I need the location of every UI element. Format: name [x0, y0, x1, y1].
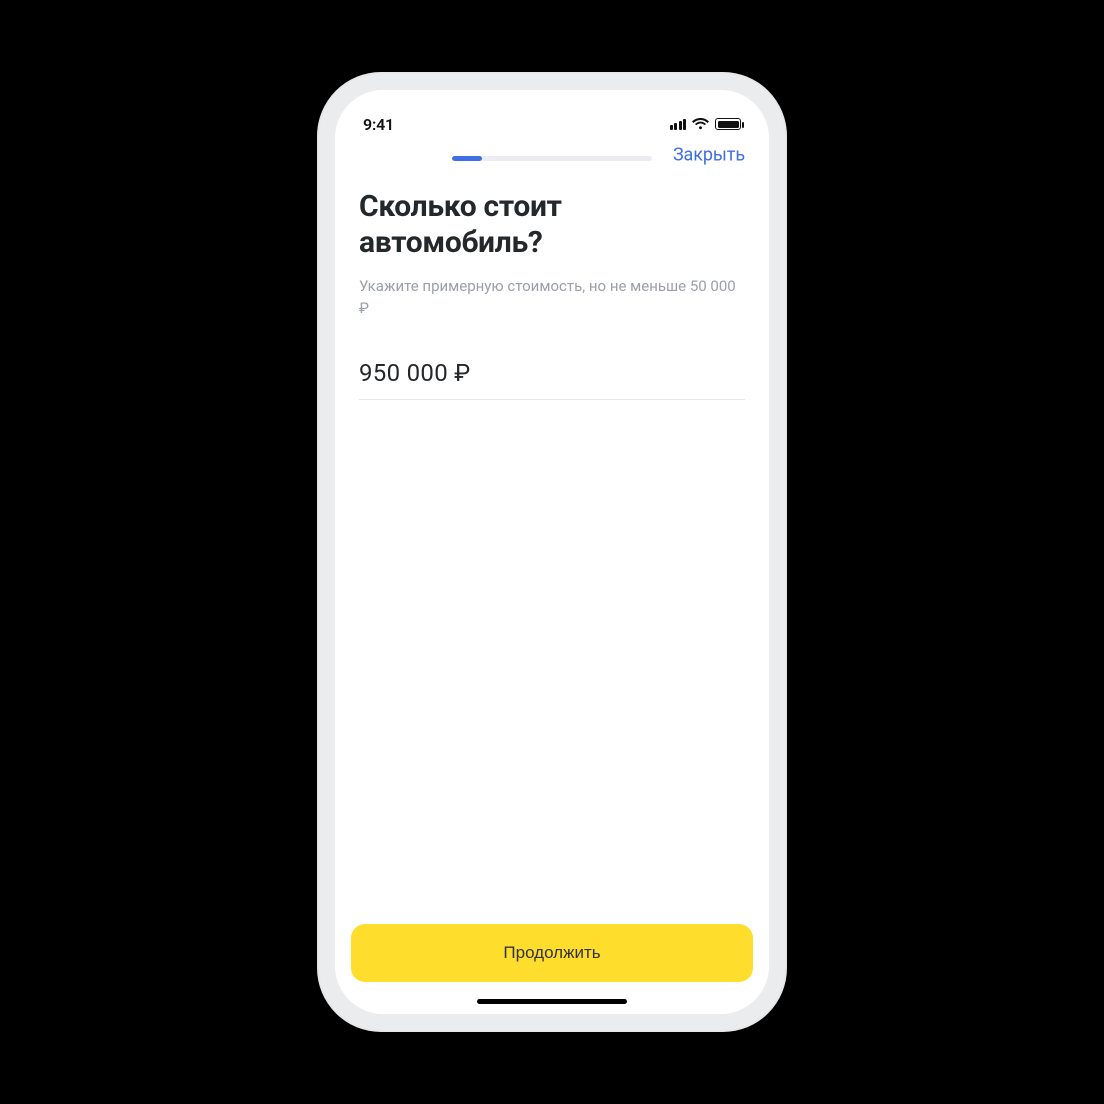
- content: Сколько стоит автомобиль? Укажите пример…: [335, 161, 769, 924]
- home-indicator[interactable]: [477, 999, 627, 1004]
- status-bar: 9:41: [335, 100, 769, 148]
- page-title: Сколько стоит автомобиль?: [359, 189, 745, 261]
- progress-fill: [452, 156, 482, 161]
- battery-icon: [715, 118, 741, 130]
- progress-bar: [452, 156, 652, 161]
- cellular-signal-icon: [670, 119, 687, 130]
- phone-screen: 9:41: [335, 90, 769, 1014]
- close-button[interactable]: Закрыть: [673, 144, 745, 165]
- continue-button[interactable]: Продолжить: [351, 924, 753, 982]
- amount-value: 950 000 ₽: [359, 359, 745, 387]
- wifi-icon: [692, 118, 709, 130]
- phone-frame: 9:41: [317, 72, 787, 1032]
- status-icons: [670, 118, 742, 130]
- status-time: 9:41: [363, 115, 394, 134]
- page-subtitle: Укажите примерную стоимость, но не меньш…: [359, 275, 745, 319]
- amount-input-row[interactable]: 950 000 ₽: [359, 359, 745, 400]
- stage: 9:41: [0, 0, 1104, 1104]
- header-row: Закрыть: [335, 148, 769, 161]
